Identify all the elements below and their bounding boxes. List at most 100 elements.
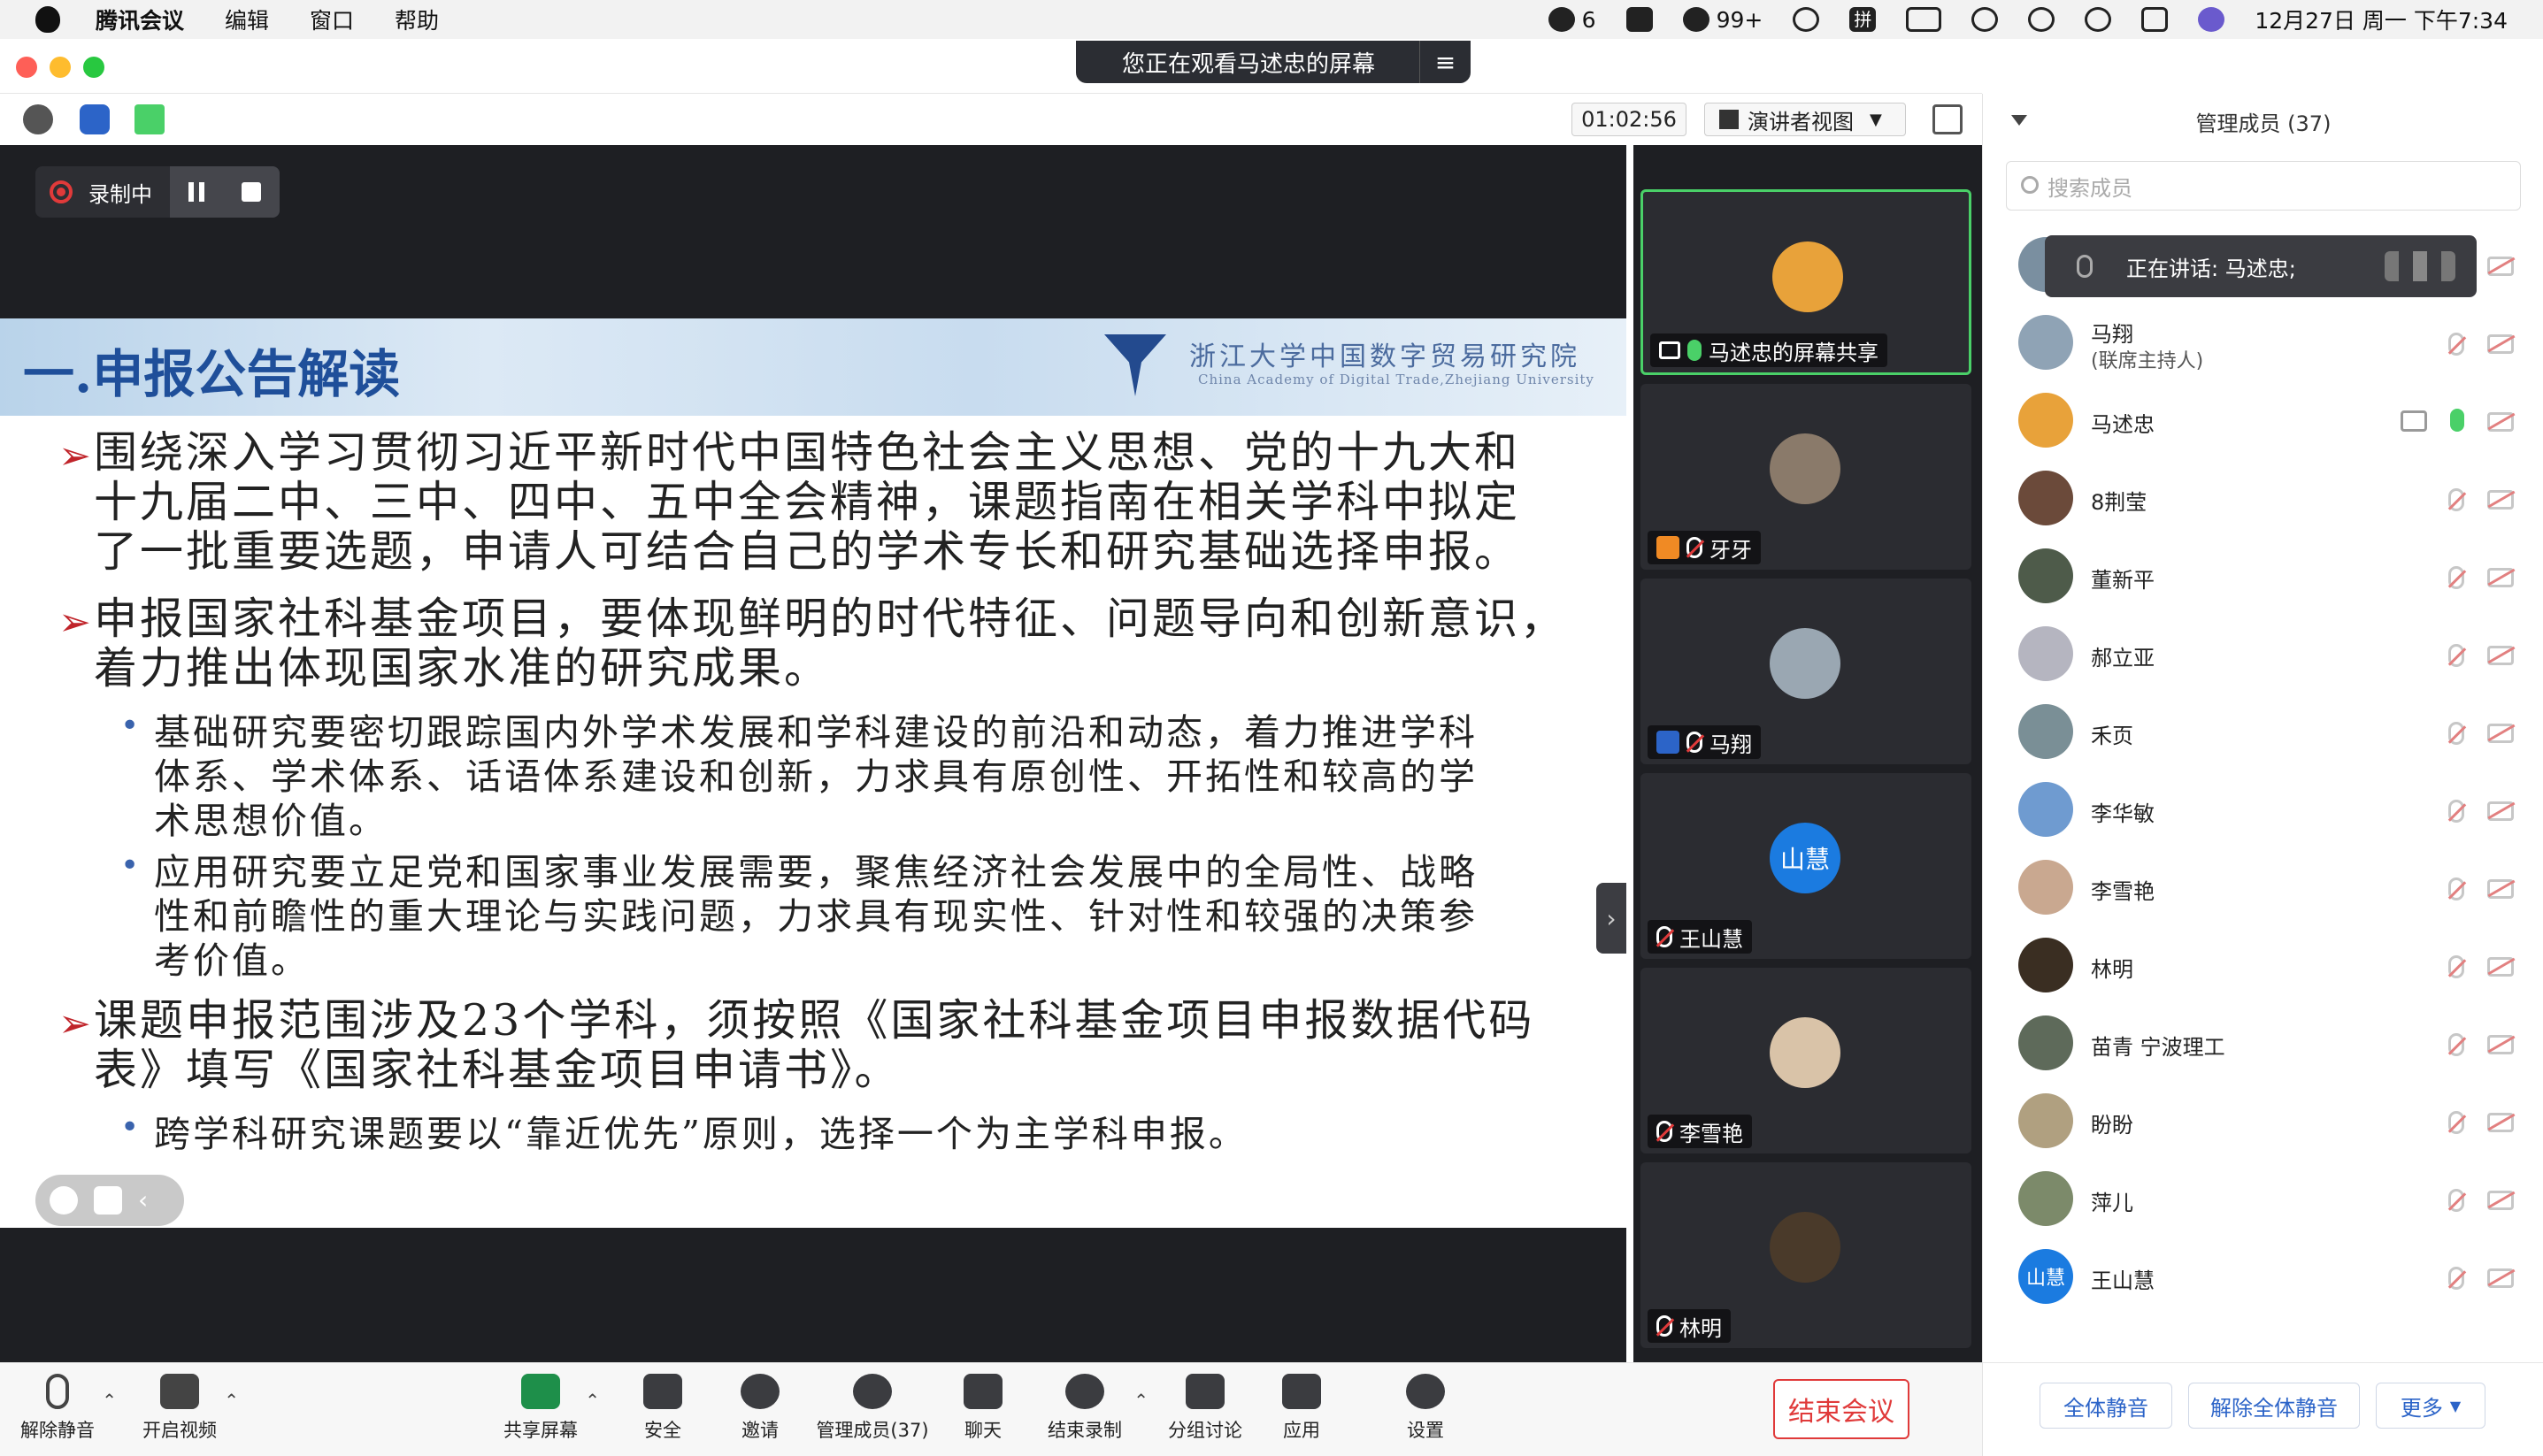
mic-off-icon[interactable] — [2448, 1267, 2464, 1290]
video-tile[interactable]: 李雪艳 — [1640, 968, 1971, 1153]
menu-window[interactable]: 窗口 — [310, 4, 354, 35]
list-item[interactable]: 禾页 — [1983, 694, 2543, 771]
camera-off-icon[interactable] — [2487, 334, 2514, 354]
collapse-thumbnails-button[interactable]: › — [1596, 883, 1626, 954]
mic-off-icon[interactable] — [2448, 333, 2464, 356]
wps-icon[interactable] — [1625, 7, 1653, 32]
chevron-up-icon[interactable]: ⌃ — [1133, 1390, 1149, 1411]
user-icon[interactable] — [2028, 7, 2055, 32]
video-tile[interactable]: 牙牙 — [1640, 384, 1971, 570]
camera-off-icon[interactable] — [2487, 879, 2514, 899]
mic-off-icon[interactable] — [2448, 1189, 2464, 1212]
menu-edit[interactable]: 编辑 — [225, 4, 269, 35]
list-item[interactable]: 萍儿 — [1983, 1161, 2543, 1238]
video-tile[interactable]: 马述忠的屏幕共享 — [1640, 189, 1971, 375]
list-item[interactable]: 董新平 — [1983, 538, 2543, 616]
emoji-icon[interactable] — [50, 1186, 78, 1215]
menu-help[interactable]: 帮助 — [395, 4, 439, 35]
search-icon[interactable] — [2085, 7, 2112, 32]
datetime[interactable]: 12月27日 周一 下午7:34 — [2255, 4, 2508, 35]
info-icon[interactable] — [23, 104, 53, 134]
list-item[interactable]: 8荆莹 — [1983, 460, 2543, 538]
breakout-rooms-button[interactable]: 分组讨论 — [1161, 1374, 1249, 1443]
list-item[interactable]: 山慧 王山慧 — [1983, 1238, 2543, 1316]
camera-off-icon[interactable] — [2487, 257, 2514, 276]
chat-bubble-icon[interactable] — [94, 1186, 122, 1215]
end-recording-button[interactable]: 结束录制 ⌃ — [1041, 1374, 1149, 1443]
list-item[interactable]: 盼盼 — [1983, 1083, 2543, 1161]
minimize-window-icon[interactable] — [50, 57, 71, 78]
fullscreen-icon[interactable] — [1932, 104, 1963, 134]
tray-item-1[interactable]: 6 — [1548, 7, 1596, 33]
camera-off-icon[interactable] — [2487, 412, 2514, 432]
siri-icon[interactable] — [2198, 7, 2225, 32]
close-window-icon[interactable] — [16, 57, 37, 78]
list-item[interactable]: 马述忠 — [1983, 382, 2543, 460]
mic-off-icon[interactable] — [2448, 488, 2464, 511]
tray-item-wechat[interactable]: 99+ — [1682, 7, 1763, 33]
apps-button[interactable]: 应用 — [1262, 1374, 1341, 1443]
chevron-up-icon[interactable]: ⌃ — [224, 1390, 239, 1411]
control-center-icon[interactable] — [2141, 7, 2169, 32]
mic-off-icon — [1656, 1121, 1672, 1142]
mic-off-icon[interactable] — [2448, 1033, 2464, 1056]
unmute-all-button[interactable]: 解除全体静音 — [2188, 1383, 2360, 1429]
battery-icon[interactable] — [1906, 7, 1942, 32]
start-video-button[interactable]: 开启视频 ⌃ — [140, 1374, 239, 1443]
chevron-up-icon[interactable]: ⌃ — [585, 1390, 600, 1411]
list-item[interactable]: 李华敏 — [1983, 771, 2543, 849]
input-method-icon[interactable]: 拼 — [1849, 7, 1877, 32]
mic-off-icon[interactable] — [2448, 877, 2464, 900]
chevron-left-icon[interactable]: ‹ — [138, 1186, 166, 1215]
menu-app-name[interactable]: 腾讯会议 — [96, 4, 184, 35]
list-item[interactable]: 马翔 (联席主持人) — [1983, 304, 2543, 382]
camera-off-icon[interactable] — [2487, 646, 2514, 665]
member-search-input[interactable]: 搜索成员 — [2006, 161, 2521, 211]
collapse-panel-icon[interactable] — [2011, 115, 2027, 126]
camera-off-icon[interactable] — [2487, 1191, 2514, 1210]
shield-icon[interactable] — [80, 104, 110, 134]
mic-off-icon[interactable] — [2448, 722, 2464, 745]
signal-icon[interactable] — [134, 104, 165, 134]
mic-off-icon[interactable] — [2448, 644, 2464, 667]
camera-off-icon[interactable] — [2487, 1113, 2514, 1132]
apple-icon[interactable] — [35, 6, 60, 33]
camera-off-icon[interactable] — [2487, 490, 2514, 510]
camera-off-icon[interactable] — [2487, 568, 2514, 587]
list-item[interactable]: 苗青 宁波理工 — [1983, 1005, 2543, 1083]
camera-off-icon[interactable] — [2487, 801, 2514, 821]
chevron-up-icon[interactable]: ⌃ — [102, 1390, 117, 1411]
mic-off-icon[interactable] — [2448, 955, 2464, 978]
unmute-button[interactable]: 解除静音 ⌃ — [18, 1374, 117, 1443]
chat-button[interactable]: 聊天 — [943, 1374, 1023, 1443]
view-mode-dropdown[interactable]: 演讲者视图 ▼ — [1704, 103, 1906, 136]
settings-button[interactable]: 设置 — [1386, 1374, 1465, 1443]
pause-recording-icon[interactable] — [188, 182, 204, 202]
list-item[interactable]: 郝立亚 — [1983, 616, 2543, 694]
mic-off-icon[interactable] — [2448, 1111, 2464, 1134]
camera-off-icon[interactable] — [2487, 957, 2514, 977]
mic-off-icon[interactable] — [2448, 566, 2464, 589]
end-meeting-button[interactable]: 结束会议 — [1773, 1379, 1909, 1439]
mute-all-button[interactable]: 全体静音 — [2040, 1383, 2172, 1429]
viewing-menu-icon[interactable]: ≡ — [1419, 41, 1471, 83]
camera-off-icon[interactable] — [2487, 724, 2514, 743]
share-screen-button[interactable]: 共享屏幕 ⌃ — [501, 1374, 600, 1443]
stop-recording-icon[interactable] — [242, 182, 261, 202]
mic-on-icon[interactable] — [2450, 409, 2464, 432]
wifi-icon[interactable] — [1971, 7, 1999, 32]
list-item[interactable]: 林明 — [1983, 927, 2543, 1005]
zoom-window-icon[interactable] — [83, 57, 104, 78]
more-button[interactable]: 更多 ▼ — [2376, 1383, 2485, 1429]
video-tile[interactable]: 山慧 王山慧 — [1640, 773, 1971, 959]
list-item[interactable]: 李雪艳 — [1983, 849, 2543, 927]
camera-off-icon[interactable] — [2487, 1035, 2514, 1054]
video-tile[interactable]: 林明 — [1640, 1162, 1971, 1348]
cloud-icon[interactable] — [1793, 7, 1820, 32]
security-button[interactable]: 安全 — [623, 1374, 703, 1443]
video-tile[interactable]: 马翔 — [1640, 579, 1971, 764]
camera-off-icon[interactable] — [2487, 1268, 2514, 1288]
mic-off-icon[interactable] — [2448, 800, 2464, 823]
invite-button[interactable]: 邀请 — [720, 1374, 800, 1443]
manage-members-button[interactable]: 管理成员(37) — [811, 1374, 934, 1443]
